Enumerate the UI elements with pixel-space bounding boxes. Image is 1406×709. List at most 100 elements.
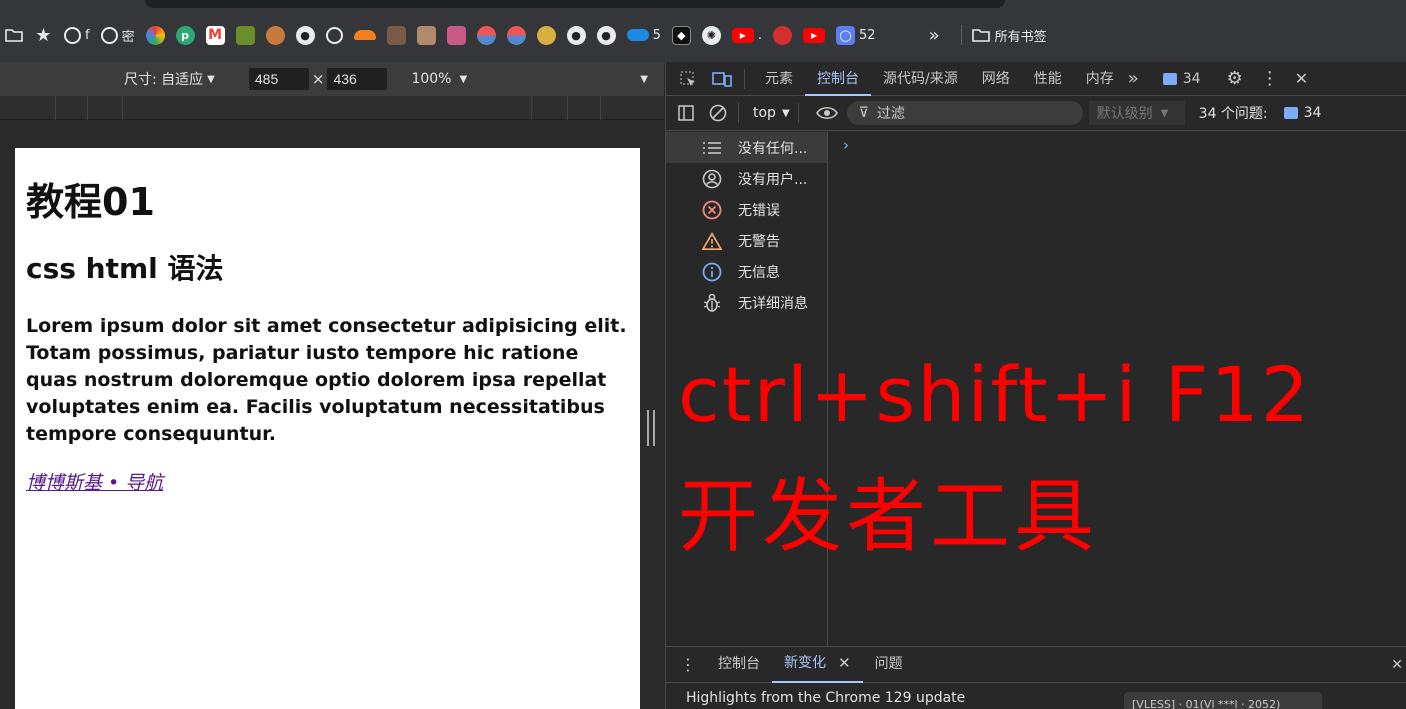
food-icon <box>265 25 285 45</box>
caret-down-icon: ▼ <box>207 73 215 85</box>
close-icon[interactable]: ✕ <box>1295 69 1308 88</box>
page-link[interactable]: 博博斯基 • 导航 <box>26 468 163 495</box>
bookmark-16[interactable] <box>536 20 556 50</box>
sidebar-item-warnings[interactable]: 无警告 <box>666 225 827 256</box>
bookmark-10[interactable] <box>353 20 376 50</box>
browser-window: ★ f 密 p M ● ● ● 5 ◆ ✺ ▶ . ▶ ◯ 52 » 所有书签 … <box>0 0 1406 709</box>
ruler-tick <box>531 96 532 120</box>
issues-badge: 34 <box>1303 105 1322 121</box>
media-query-ruler <box>0 96 664 120</box>
bookmark-25[interactable]: ◯ 52 <box>836 20 876 50</box>
bookmark-13[interactable] <box>446 20 466 50</box>
tab-elements[interactable]: 元素 <box>753 62 805 96</box>
disc-icon <box>476 25 496 45</box>
bookmark-11[interactable] <box>386 20 406 50</box>
github-icon: ● <box>566 25 586 45</box>
bookmark-apps-folder[interactable] <box>4 20 23 50</box>
bookmark-20[interactable]: ◆ <box>671 20 691 50</box>
page-viewport: 教程01 css html 语法 Lorem ipsum dolor sit a… <box>15 148 640 709</box>
bookmark-3[interactable] <box>145 20 165 50</box>
bookmark-6[interactable] <box>235 20 255 50</box>
devtools-annotation: 开发者工具 <box>678 470 1098 563</box>
warning-icon <box>702 231 722 251</box>
kebab-menu-icon[interactable]: ⋮ <box>1261 68 1279 89</box>
onedrive-icon <box>626 29 649 41</box>
bookmark-19[interactable]: 5 <box>626 20 661 50</box>
bookmark-5[interactable]: M <box>205 20 225 50</box>
bookmark-9[interactable] <box>325 20 343 50</box>
issues-link[interactable]: 34 个问题: 34 <box>1199 103 1322 123</box>
filter-input[interactable]: ⊽ 过滤 <box>846 101 1083 125</box>
tab-console[interactable]: 控制台 <box>805 62 871 96</box>
user-icon <box>702 169 722 189</box>
gear-icon[interactable]: ⚙ <box>1227 68 1243 89</box>
bookmark-23[interactable] <box>773 20 793 50</box>
bookmark-14[interactable] <box>476 20 496 50</box>
bookmark-15[interactable] <box>506 20 526 50</box>
sidebar-item-messages[interactable]: 没有任何... <box>666 132 827 163</box>
width-input[interactable] <box>248 68 309 90</box>
bookmark-21[interactable]: ✺ <box>701 20 721 50</box>
device-toolbar: 尺寸: 自适应 ▼ × 100% ▼ ▼ <box>0 62 664 96</box>
bookmark-24[interactable]: ▶ <box>803 20 826 50</box>
height-input[interactable] <box>327 68 388 90</box>
caret-down-icon[interactable]: ▼ <box>640 74 648 85</box>
context-label: top <box>753 105 776 121</box>
bookmark-12[interactable] <box>416 20 436 50</box>
more-tabs-icon[interactable]: » <box>1126 62 1141 96</box>
bookmark-1[interactable]: f <box>64 20 90 50</box>
tab-performance[interactable]: 性能 <box>1022 62 1074 96</box>
all-bookmarks-button[interactable]: 所有书签 <box>972 20 1047 50</box>
drawer-tab-whats-new[interactable]: 新变化 ✕ <box>772 646 863 683</box>
sidebar-item-label: 没有用户... <box>738 171 808 188</box>
bookmark-22[interactable]: ▶ . <box>731 20 763 50</box>
page-subheading: css html 语法 <box>26 252 224 285</box>
error-icon <box>702 200 722 220</box>
eye-icon[interactable] <box>815 101 839 125</box>
sidebar-item-label: 没有任何... <box>738 140 808 157</box>
sidebar-item-info[interactable]: 无信息 <box>666 256 827 287</box>
ruler-tick <box>87 96 88 120</box>
info-icon <box>702 262 722 282</box>
game-icon <box>235 25 255 45</box>
bookmark-star[interactable]: ★ <box>34 20 53 50</box>
sidebar-item-user-messages[interactable]: 没有用户... <box>666 163 827 194</box>
bookmark-4[interactable]: p <box>175 20 195 50</box>
drawer-tab-console[interactable]: 控制台 <box>706 646 772 683</box>
dimensions-dropdown[interactable]: 尺寸: 自适应 ▼ <box>124 69 215 89</box>
inspect-element-icon[interactable] <box>676 67 700 91</box>
sidebar-item-errors[interactable]: 无错误 <box>666 194 827 225</box>
sidebar-item-label: 无警告 <box>738 233 780 250</box>
chat-icon <box>1162 72 1177 85</box>
youtube-icon: ▶ <box>803 27 826 43</box>
context-selector[interactable]: top ▼ <box>753 105 790 121</box>
drawer-tab-label: 控制台 <box>718 656 760 672</box>
ruler-tick <box>567 96 568 120</box>
sidebar-item-verbose[interactable]: 无详细消息 <box>666 287 827 318</box>
bookmark-2[interactable]: 密 <box>100 20 135 50</box>
bookmark-7[interactable] <box>265 20 285 50</box>
tab-memory[interactable]: 内存 <box>1074 62 1126 96</box>
clear-console-icon[interactable] <box>706 101 730 125</box>
app-icon: ◯ <box>836 25 856 45</box>
close-icon[interactable]: ✕ <box>838 645 851 682</box>
chevron-double-right-icon: » <box>928 24 940 46</box>
sidebar-toggle-icon[interactable] <box>674 101 698 125</box>
bookmark-8[interactable]: ● <box>295 20 315 50</box>
drawer-tab-issues[interactable]: 问题 <box>863 646 915 683</box>
kebab-menu-icon[interactable]: ⋮ <box>680 655 696 674</box>
viewport-resize-handle[interactable] <box>647 410 655 446</box>
drawer-tab-label: 新变化 <box>784 655 826 671</box>
issues-counter-button[interactable]: 34 <box>1162 71 1201 87</box>
bookmark-17[interactable]: ● <box>566 20 586 50</box>
tab-sources[interactable]: 源代码/来源 <box>871 62 970 96</box>
log-level-dropdown[interactable]: 默认级别 ▼ <box>1088 101 1185 125</box>
divider <box>797 103 799 123</box>
zoom-dropdown[interactable]: 100% ▼ <box>411 71 467 87</box>
bookmark-label: . <box>757 27 763 43</box>
tab-network[interactable]: 网络 <box>970 62 1022 96</box>
device-toggle-icon[interactable] <box>710 67 734 91</box>
close-icon[interactable]: ✕ <box>1391 657 1403 673</box>
bookmark-18[interactable]: ● <box>596 20 616 50</box>
bookmarks-overflow-button[interactable]: » <box>929 20 940 50</box>
